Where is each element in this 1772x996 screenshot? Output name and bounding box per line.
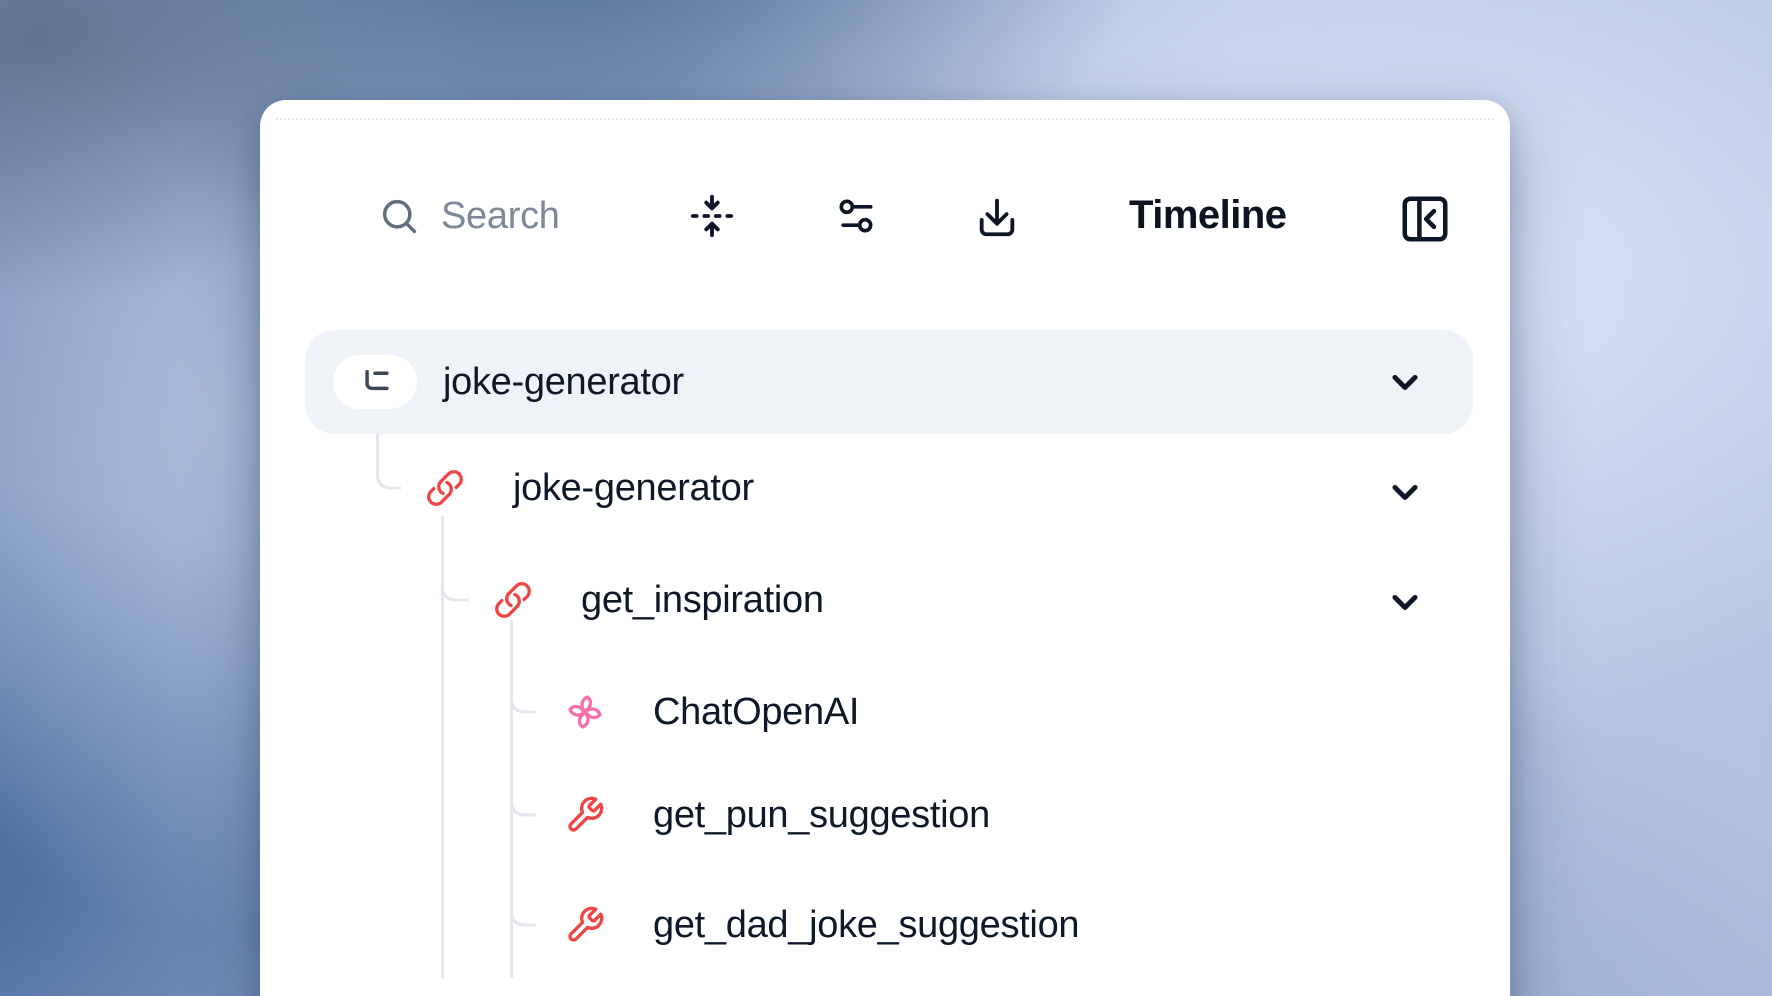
wrench-icon — [565, 905, 605, 945]
tree-row-label: get_dad_joke_suggestion — [653, 904, 1079, 947]
sliders-icon — [834, 194, 878, 238]
list-tree-icon — [356, 363, 394, 401]
pinwheel-llm-icon — [565, 692, 605, 732]
trace-panel: Search — [260, 100, 1510, 996]
panel-left-close-icon — [1398, 192, 1452, 246]
search-input[interactable]: Search — [378, 192, 560, 240]
tree-row[interactable]: joke-generator — [425, 460, 754, 516]
link-icon — [493, 580, 533, 620]
tree-row-label: joke-generator — [443, 361, 684, 404]
chevron-down-icon[interactable] — [1383, 580, 1427, 624]
wrench-icon — [565, 795, 605, 835]
tree-row[interactable]: get_dad_joke_suggestion — [565, 897, 1079, 953]
tree-row[interactable]: get_inspiration — [493, 572, 824, 628]
tree-row-root[interactable]: joke-generator — [305, 330, 1473, 434]
tree-row-label: ChatOpenAI — [653, 691, 859, 734]
fold-vertical-icon — [689, 193, 735, 239]
collapse-all-button[interactable] — [689, 193, 735, 239]
timeline-view-label[interactable]: Timeline — [1129, 190, 1287, 240]
tree-row-label: get_inspiration — [581, 579, 824, 622]
search-placeholder: Search — [441, 195, 560, 238]
tree-row[interactable]: get_pun_suggestion — [565, 787, 990, 843]
tree-row[interactable]: ChatOpenAI — [565, 684, 859, 740]
filter-runs-button[interactable] — [834, 194, 878, 238]
tree-row-label: get_pun_suggestion — [653, 794, 990, 837]
download-icon — [974, 194, 1020, 240]
tree-row-label: joke-generator — [513, 467, 754, 510]
collapse-panel-button[interactable] — [1398, 192, 1452, 246]
export-trace-button[interactable] — [974, 194, 1020, 240]
root-badge — [333, 355, 417, 409]
chevron-down-icon[interactable] — [1383, 360, 1427, 404]
search-icon — [378, 195, 420, 237]
toolbar: Search — [260, 100, 1510, 270]
desktop-background: Search — [0, 0, 1772, 996]
chevron-down-icon[interactable] — [1383, 470, 1427, 514]
link-icon — [425, 468, 465, 508]
